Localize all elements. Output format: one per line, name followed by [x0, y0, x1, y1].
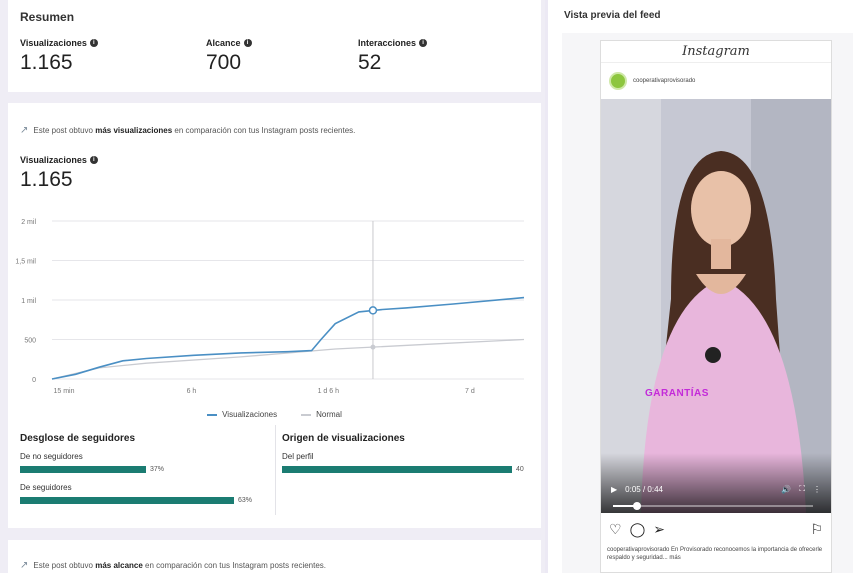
reach-card: ↗ Este post obtuvo más alcance en compar… — [8, 540, 541, 573]
heart-icon[interactable]: ♡ — [609, 521, 622, 538]
insight-text: Este post obtuvo — [33, 561, 96, 570]
bar-row: 63% — [20, 497, 270, 504]
metric-label: Alcance — [206, 38, 241, 48]
bar-label: De seguidores — [20, 483, 72, 492]
insight-text: Este post obtuvo — [33, 126, 96, 135]
insight-text: en comparación con tus Instagram posts r… — [142, 561, 327, 570]
trend-up-icon: ↗ — [20, 560, 29, 571]
bar-row: 40 — [282, 466, 532, 473]
legend-item-views: Visualizaciones — [207, 410, 277, 419]
author-handle[interactable]: cooperativaprovisorado — [633, 78, 695, 84]
instagram-post-preview: Instagram cooperativaprovisorado GARANTÍ… — [600, 40, 832, 573]
y-tick-label: 0 — [32, 377, 36, 384]
trend-up-icon: ↗ — [20, 125, 29, 136]
views-insight: ↗ Este post obtuvo más visualizaciones e… — [20, 125, 355, 136]
legend-item-normal: Normal — [301, 410, 342, 419]
feed-preview-panel: Vista previa del feed Instagram cooperat… — [548, 0, 853, 573]
reach-insight: ↗ Este post obtuvo más alcance en compar… — [20, 560, 326, 571]
insight-emphasis: más visualizaciones — [95, 126, 173, 135]
x-tick-label: 15 min — [53, 388, 74, 395]
more-options-icon[interactable]: ⋮ — [813, 485, 821, 494]
bar-label: De no seguidores — [20, 452, 83, 461]
hover-point-views — [368, 306, 378, 315]
followers-bar — [20, 497, 234, 504]
origin-title: Origen de visualizaciones — [282, 433, 405, 444]
video-caption-banner: GARANTÍAS — [645, 388, 709, 399]
bar-pct: 63% — [238, 497, 253, 504]
metric-value: 52 — [358, 51, 382, 74]
metric-views: Visualizaciones i 1.165 — [20, 38, 98, 75]
y-tick-label: 1 mil — [21, 298, 36, 305]
avatar[interactable] — [609, 72, 627, 90]
video-player[interactable]: GARANTÍAS ▶ 0:05 / 0:44 🔊 ⛶ ⋮ — [601, 99, 831, 513]
metric-reach: Alcance i 700 — [206, 38, 252, 75]
summary-card: Resumen Visualizaciones i 1.165 Alcance i … — [8, 0, 541, 92]
x-tick-label: 7 d — [465, 388, 475, 395]
fullscreen-icon[interactable]: ⛶ — [799, 484, 805, 494]
post-actions: ♡ ◯ ➢ ⚐ — [609, 521, 823, 538]
banner-highlight: GARANTÍAS — [645, 388, 709, 399]
series-line — [51, 338, 525, 380]
views-line-chart[interactable]: 0 500 1 mil 1,5 mil 2 mil 15 min 6 h 1 d 6 h 7 d — [8, 209, 541, 409]
info-icon[interactable]: i — [89, 39, 98, 47]
info-icon[interactable]: i — [419, 39, 428, 47]
info-icon[interactable]: i — [89, 156, 98, 164]
divider — [275, 425, 276, 515]
summary-title: Resumen — [20, 10, 75, 24]
y-tick-label: 2 mil — [21, 219, 36, 226]
share-icon[interactable]: ➢ — [653, 521, 665, 538]
bar-label: Del perfil — [282, 452, 314, 461]
followers-breakdown: Desglose de seguidores De no seguidores … — [20, 433, 270, 504]
x-tick-label: 1 d 6 h — [318, 388, 340, 395]
video-frame — [601, 99, 831, 513]
insight-emphasis: más alcance — [95, 561, 143, 570]
metric-interactions: Interacciones i 52 — [358, 38, 428, 75]
hover-point-normal — [370, 344, 376, 350]
progress-handle[interactable] — [633, 502, 641, 510]
video-progress[interactable] — [613, 502, 813, 510]
instagram-logo: Instagram — [601, 41, 831, 63]
non-followers-bar — [20, 466, 146, 473]
y-tick-label: 500 — [24, 338, 36, 345]
views-card: ↗ Este post obtuvo más visualizaciones e… — [8, 103, 541, 528]
views-chart-value: 1.165 — [20, 168, 73, 191]
profile-origin-bar — [282, 466, 512, 473]
post-author[interactable]: cooperativaprovisorado — [601, 63, 831, 99]
legend-label: Normal — [316, 410, 342, 419]
views-chart-label: Visualizaciones — [20, 155, 87, 165]
metric-label: Interacciones — [358, 38, 417, 48]
views-origin: Origen de visualizaciones Del perfil 40 — [282, 433, 532, 473]
insight-text: en comparación con tus Instagram posts r… — [172, 126, 356, 135]
followers-title: Desglose de seguidores — [20, 433, 136, 444]
volume-icon[interactable]: 🔊 — [781, 485, 791, 494]
chart-legend: Visualizaciones Normal — [8, 410, 541, 419]
metric-value: 1.165 — [20, 51, 73, 74]
play-icon[interactable]: ▶ — [611, 485, 617, 494]
views-metric: Visualizaciones i 1.165 — [20, 155, 98, 192]
bar-pct: 40 — [516, 466, 524, 473]
preview-title: Vista previa del feed — [564, 10, 661, 21]
insights-panel: Resumen Visualizaciones i 1.165 Alcance i … — [0, 0, 545, 573]
y-tick-label: 1,5 mil — [15, 259, 36, 266]
metric-label: Visualizaciones — [20, 38, 87, 48]
comment-icon[interactable]: ◯ — [630, 521, 646, 538]
video-controls: ▶ 0:05 / 0:44 🔊 ⛶ ⋮ — [611, 477, 821, 501]
legend-label: Visualizaciones — [222, 410, 278, 419]
metric-value: 700 — [206, 51, 242, 74]
series-line — [51, 296, 525, 380]
bar-row: 37% — [20, 466, 270, 473]
x-tick-label: 6 h — [187, 388, 197, 395]
bookmark-icon[interactable]: ⚐ — [810, 521, 823, 538]
info-icon[interactable]: i — [243, 39, 252, 47]
bar-pct: 37% — [150, 466, 165, 473]
post-caption: cooperativaprovisorado En Provisorado re… — [607, 547, 823, 561]
video-time: 0:05 / 0:44 — [625, 484, 663, 494]
